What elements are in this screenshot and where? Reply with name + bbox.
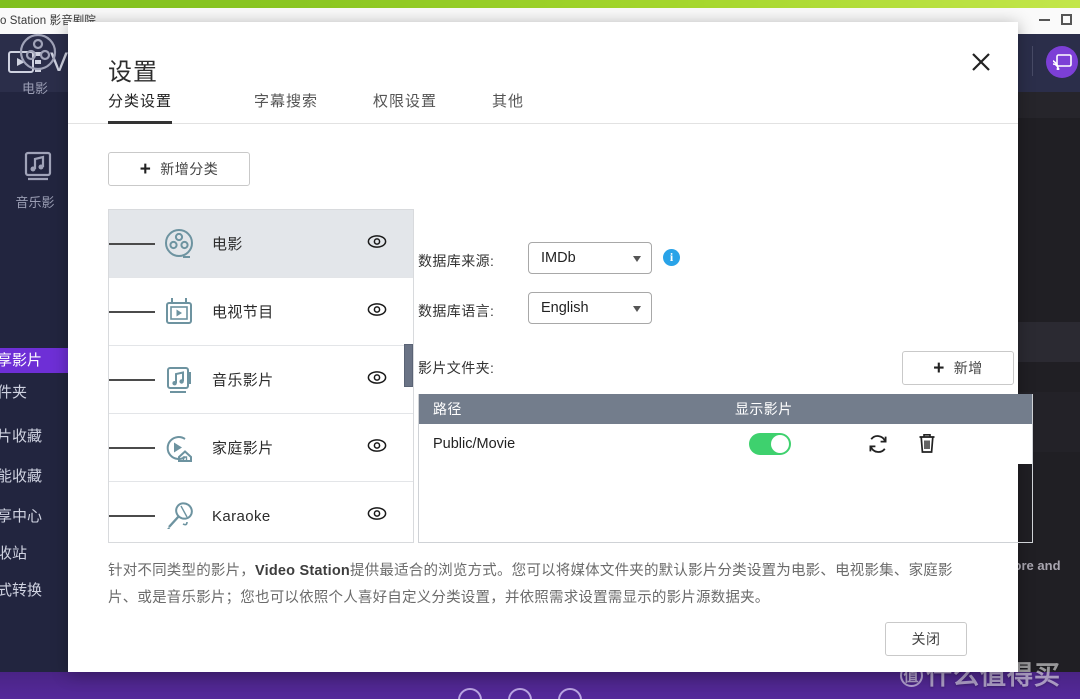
- close-icon[interactable]: [966, 47, 996, 77]
- add-category-label: 新增分类: [160, 161, 219, 177]
- eye-icon[interactable]: [367, 438, 387, 457]
- folder-path: Public/Movie: [433, 436, 516, 452]
- category-list-scrollbar[interactable]: [404, 344, 413, 387]
- sidebar-item-folders[interactable]: 文件夹: [0, 380, 70, 405]
- drag-handle-icon[interactable]: [109, 444, 155, 451]
- info-icon[interactable]: i: [663, 249, 680, 266]
- column-header-path: 路径: [433, 401, 462, 417]
- settings-dialog: 设置 分类设置 字幕搜索 权限设置 其他 + 新增分类 电影 电视节目 音乐影片…: [68, 22, 1033, 672]
- sidebar-film-reel-icon[interactable]: [16, 30, 60, 74]
- player-play-button[interactable]: [508, 688, 532, 699]
- eye-icon[interactable]: [367, 302, 387, 321]
- eye-icon[interactable]: [367, 370, 387, 389]
- sidebar-item-smart-collection[interactable]: 智能收藏: [0, 464, 70, 489]
- player-prev-button[interactable]: [458, 688, 482, 699]
- music-video-icon: [155, 358, 203, 402]
- category-row-home-video[interactable]: 家庭影片: [109, 414, 413, 482]
- drag-handle-icon[interactable]: [109, 240, 155, 247]
- film-reel-icon: [155, 222, 203, 266]
- category-name: Karaoke: [212, 507, 271, 525]
- db-source-label: 数据库来源:: [418, 253, 495, 269]
- db-language-label: 数据库语言:: [418, 303, 495, 319]
- tab-category-settings[interactable]: 分类设置: [108, 90, 173, 124]
- sidebar-item-label: 文件夹: [0, 384, 28, 401]
- db-source-value: IMDb: [541, 250, 576, 266]
- category-row-movie[interactable]: 电影: [109, 210, 413, 278]
- show-video-toggle[interactable]: [749, 433, 791, 455]
- settings-tabs: 分类设置 字幕搜索 权限设置 其他: [68, 90, 1018, 124]
- category-row-music-video[interactable]: 音乐影片: [109, 346, 413, 414]
- plus-icon: +: [139, 158, 152, 180]
- category-row-karaoke[interactable]: Karaoke: [109, 482, 413, 542]
- tab-others[interactable]: 其他: [492, 90, 524, 124]
- sidebar-item-label: 影片收藏: [0, 428, 43, 445]
- category-name: 家庭影片: [212, 440, 274, 457]
- toggle-knob: [771, 435, 789, 453]
- description-text: 针对不同类型的影片，Video Station提供最适合的浏览方式。您可以将媒体…: [108, 558, 978, 612]
- chevron-down-icon: [633, 306, 641, 312]
- home-video-icon: [155, 426, 203, 470]
- description-part-2: 提供最适合的浏览方式。您可以将媒体文件夹的默认影片分类设置为电影、电视影集、: [349, 563, 909, 579]
- tab-subtitle-search[interactable]: 字幕搜索: [254, 90, 318, 124]
- column-header-show-video: 显示影片: [735, 401, 793, 417]
- add-category-button[interactable]: + 新增分类: [108, 152, 250, 186]
- cast-icon[interactable]: [1046, 46, 1078, 78]
- dialog-title: 设置: [108, 59, 158, 86]
- drag-handle-icon[interactable]: [109, 512, 155, 519]
- folder-table-header: 路径 显示影片: [419, 394, 1032, 424]
- category-name: 电影: [212, 236, 243, 253]
- tab-permission-settings[interactable]: 权限设置: [373, 90, 437, 124]
- db-source-select[interactable]: IMDb: [528, 242, 652, 274]
- refresh-icon[interactable]: [867, 433, 889, 460]
- microphone-icon: [155, 494, 203, 538]
- player-next-button[interactable]: [558, 688, 582, 699]
- eye-icon[interactable]: [367, 234, 387, 253]
- sidebar-item-label: 回收站: [0, 545, 28, 562]
- add-folder-label: 新增: [953, 360, 983, 376]
- sidebar-item-recycle-bin[interactable]: 回收站: [0, 541, 70, 566]
- category-name: 电视节目: [212, 304, 274, 321]
- loading-progress-bar: [0, 0, 1080, 8]
- screen-root: o Station 影音剧院 Vid 电影: [0, 0, 1080, 699]
- sidebar-label-movies: 电影: [21, 81, 48, 96]
- sidebar-item-format-convert[interactable]: 格式转换: [0, 578, 70, 603]
- category-detail-panel: 数据库来源: IMDb i 数据库语言: English 影片文件夹: + 新增…: [418, 209, 1033, 543]
- header-divider: [1032, 46, 1033, 76]
- sidebar-music-video-icon[interactable]: [16, 144, 60, 188]
- window-controls: [1039, 14, 1072, 25]
- sidebar-item-label: 共享影片: [0, 352, 43, 369]
- sidebar-item-video-collection[interactable]: 影片收藏: [0, 424, 70, 449]
- eye-icon[interactable]: [367, 507, 387, 526]
- close-button[interactable]: 关闭: [885, 622, 967, 656]
- video-folder-label: 影片文件夹:: [418, 360, 495, 376]
- sidebar-item-shared-videos[interactable]: 共享影片: [0, 348, 70, 373]
- plus-icon: +: [933, 357, 945, 379]
- chevron-down-icon: [633, 256, 641, 262]
- folder-table: 路径 显示影片 Public/Movie: [418, 394, 1033, 543]
- close-button-label: 关闭: [911, 631, 941, 647]
- db-language-select[interactable]: English: [528, 292, 652, 324]
- category-row-tv-show[interactable]: 电视节目: [109, 278, 413, 346]
- description-part-1: 针对不同类型的影片，: [108, 563, 255, 579]
- maximize-icon[interactable]: [1061, 14, 1072, 25]
- sidebar-item-share-center[interactable]: 分享中心: [0, 504, 70, 529]
- drag-handle-icon[interactable]: [109, 376, 155, 383]
- table-row: Public/Movie: [419, 424, 1032, 464]
- sidebar-label-music-video: 音乐影: [15, 195, 55, 210]
- tv-show-icon: [155, 290, 203, 334]
- minimize-icon[interactable]: [1039, 18, 1050, 21]
- trash-icon[interactable]: [917, 432, 937, 459]
- db-language-value: English: [541, 300, 589, 316]
- sidebar-item-label: 格式转换: [0, 582, 43, 599]
- sidebar-item-label: 分享中心: [0, 508, 43, 525]
- product-name: Video Station: [255, 563, 350, 579]
- sidebar-item-label: 智能收藏: [0, 468, 43, 485]
- category-list: 电影 电视节目 音乐影片 家庭影片 Karaoke: [108, 209, 414, 543]
- drag-handle-icon[interactable]: [109, 308, 155, 315]
- add-folder-button[interactable]: + 新增: [902, 351, 1014, 385]
- category-name: 音乐影片: [212, 372, 274, 389]
